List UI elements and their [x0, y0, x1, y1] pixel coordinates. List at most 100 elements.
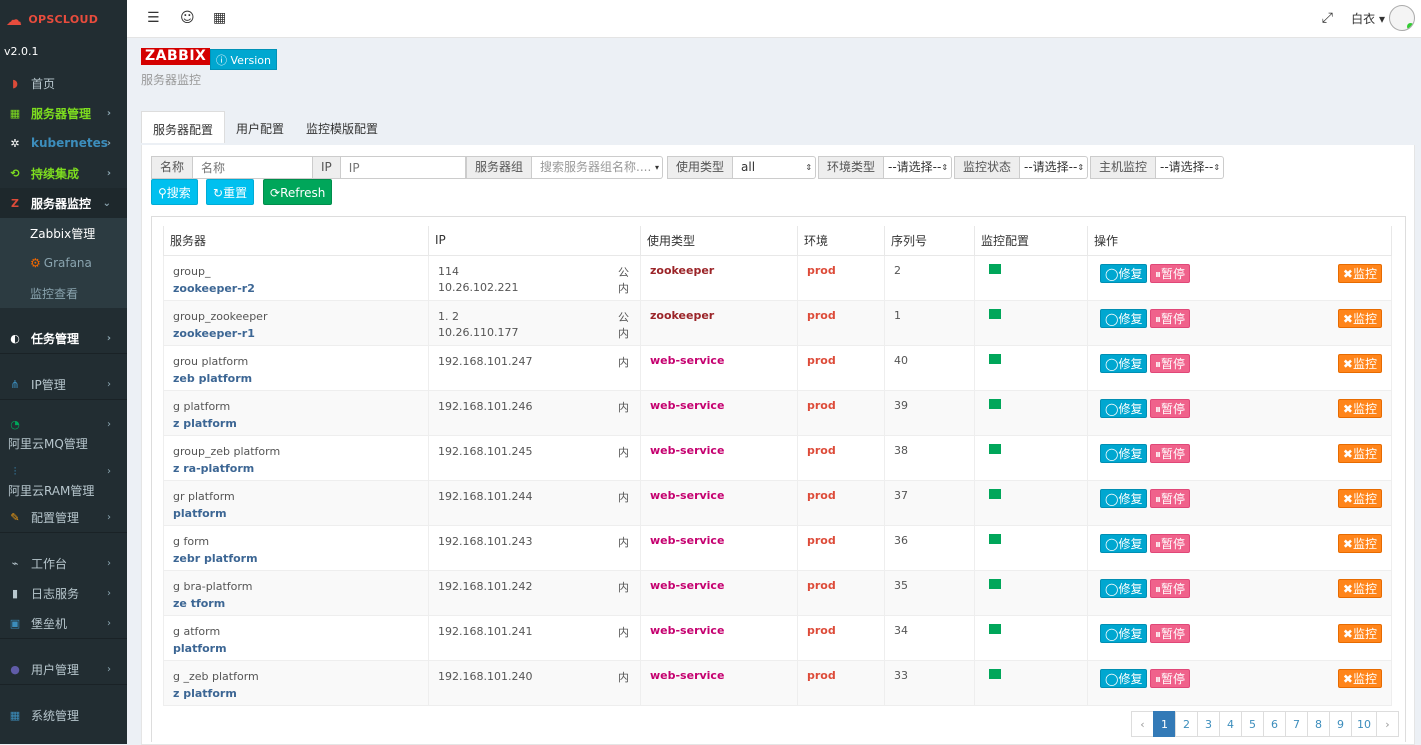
monitor-button[interactable]: ✖监控	[1337, 443, 1382, 463]
sidebar-item-user[interactable]: ● 用户管理 ›	[0, 654, 127, 684]
pagination-page[interactable]: 2	[1175, 711, 1198, 737]
pause-button[interactable]: ⏸暂停	[1150, 668, 1191, 688]
sidebar-sub-view[interactable]: 监控查看	[0, 278, 127, 308]
bar-chart-icon[interactable]	[989, 623, 1001, 634]
search-button[interactable]: ⚲搜索	[151, 179, 198, 205]
fix-button[interactable]: ◯修复	[1100, 488, 1148, 508]
pause-button[interactable]: ⏸暂停	[1150, 308, 1191, 328]
reset-button[interactable]: ↻重置	[206, 179, 255, 205]
pagination-next[interactable]: ›	[1376, 711, 1399, 737]
fix-button[interactable]: ◯修复	[1100, 578, 1148, 598]
bar-chart-icon[interactable]	[989, 353, 1001, 364]
host-monitor-select[interactable]: --请选择-- ⇕	[1156, 156, 1225, 179]
bar-chart-icon[interactable]	[989, 668, 1001, 679]
sidebar-item-system[interactable]: ▦ 系统管理	[0, 700, 127, 730]
name-input[interactable]	[193, 156, 319, 179]
tab-server-config[interactable]: 服务器配置	[141, 111, 226, 143]
server-hostname[interactable]: zeb platform	[173, 370, 428, 387]
fix-button[interactable]: ◯修复	[1100, 263, 1148, 283]
pause-button[interactable]: ⏸暂停	[1150, 623, 1191, 643]
monitor-button[interactable]: ✖监控	[1337, 533, 1382, 553]
server-hostname[interactable]: platform	[173, 640, 428, 657]
sidebar-sub-grafana[interactable]: ⚙ Grafana	[0, 248, 127, 278]
avatar[interactable]	[1389, 5, 1415, 31]
pause-button[interactable]: ⏸暂停	[1150, 488, 1191, 508]
server-hostname[interactable]: platform	[173, 505, 428, 522]
pause-button[interactable]: ⏸暂停	[1150, 263, 1191, 283]
fix-button[interactable]: ◯修复	[1100, 398, 1148, 418]
fix-button[interactable]: ◯修复	[1100, 308, 1148, 328]
group-select[interactable]: 搜索服务器组名称.... ▾	[532, 156, 664, 179]
fix-button[interactable]: ◯修复	[1100, 533, 1148, 553]
sidebar-item-ram[interactable]: ⫶ 阿里云RAM管理 ›	[0, 455, 127, 502]
pagination-page[interactable]: 4	[1219, 711, 1242, 737]
sidebar-sub-zabbix[interactable]: Zabbix管理	[0, 218, 127, 248]
pagination-page[interactable]: 8	[1307, 711, 1330, 737]
pagination-prev[interactable]: ‹	[1131, 711, 1154, 737]
server-hostname[interactable]: z platform	[173, 415, 428, 432]
pause-button[interactable]: ⏸暂停	[1150, 443, 1191, 463]
fix-button[interactable]: ◯修复	[1100, 443, 1148, 463]
sidebar-item-server-mgmt[interactable]: ▦ 服务器管理 ›	[0, 98, 127, 128]
grid-icon[interactable]: ▦	[213, 10, 226, 26]
app-logo[interactable]: ☁ OPSCLOUD	[0, 0, 127, 38]
bar-chart-icon[interactable]	[989, 308, 1001, 319]
pause-button[interactable]: ⏸暂停	[1150, 353, 1191, 373]
pagination-page[interactable]: 1	[1153, 711, 1176, 737]
monitor-button[interactable]: ✖监控	[1337, 623, 1382, 643]
pagination-page[interactable]: 9	[1329, 711, 1352, 737]
monitor-button[interactable]: ✖监控	[1337, 263, 1382, 283]
server-hostname[interactable]: zookeeper-r2	[173, 280, 428, 297]
monitor-button[interactable]: ✖监控	[1337, 668, 1382, 688]
server-hostname[interactable]: zookeeper-r1	[173, 325, 428, 342]
monitor-button[interactable]: ✖监控	[1337, 308, 1382, 328]
sidebar-item-ci[interactable]: ⟲ 持续集成 ›	[0, 158, 127, 188]
pagination-page[interactable]: 10	[1351, 711, 1377, 737]
bar-chart-icon[interactable]	[989, 443, 1001, 454]
monitor-button[interactable]: ✖监控	[1337, 398, 1382, 418]
pause-button[interactable]: ⏸暂停	[1150, 578, 1191, 598]
sidebar-item-server-monitor[interactable]: Z 服务器监控 ⌄	[0, 188, 127, 218]
user-menu[interactable]: 白衣 ▾	[1351, 10, 1385, 27]
ip-input[interactable]	[340, 156, 466, 179]
fullscreen-icon[interactable]: ⤢	[1322, 10, 1333, 26]
sidebar-item-log[interactable]: ▮ 日志服务 ›	[0, 578, 127, 608]
user-outline-icon[interactable]: ☺	[180, 10, 195, 26]
pagination-page[interactable]: 3	[1197, 711, 1220, 737]
pagination-page[interactable]: 5	[1241, 711, 1264, 737]
sidebar-item-bastion[interactable]: ▣ 堡垒机 ›	[0, 608, 127, 638]
fix-button[interactable]: ◯修复	[1100, 668, 1148, 688]
server-hostname[interactable]: z ra-platform	[173, 460, 428, 477]
sidebar-item-mq[interactable]: ◔ 阿里云MQ管理 ›	[0, 408, 127, 455]
fix-button[interactable]: ◯修复	[1100, 623, 1148, 643]
refresh-button[interactable]: ⟳Refresh	[263, 179, 333, 205]
bar-chart-icon[interactable]	[989, 488, 1001, 499]
server-hostname[interactable]: ze tform	[173, 595, 428, 612]
sidebar-item-task[interactable]: ◐ 任务管理 ›	[0, 323, 127, 353]
sidebar-item-kubernetes[interactable]: ✲ kubernetes ›	[0, 128, 127, 158]
version-button[interactable]: ⓘ Version	[210, 49, 277, 70]
monitor-button[interactable]: ✖监控	[1337, 488, 1382, 508]
fix-button[interactable]: ◯修复	[1100, 353, 1148, 373]
pagination-page[interactable]: 6	[1263, 711, 1286, 737]
sidebar-item-config[interactable]: ✎ 配置管理 ›	[0, 502, 127, 532]
menu-toggle-icon[interactable]: ☰	[147, 10, 160, 26]
bar-chart-icon[interactable]	[989, 263, 1001, 274]
sidebar-item-home[interactable]: ◗ 首页	[0, 68, 127, 98]
pause-button[interactable]: ⏸暂停	[1150, 398, 1191, 418]
sidebar-item-ip[interactable]: ⋔ IP管理 ›	[0, 369, 127, 399]
type-select[interactable]: all ⇕	[733, 156, 817, 179]
monitor-button[interactable]: ✖监控	[1337, 353, 1382, 373]
bar-chart-icon[interactable]	[989, 398, 1001, 409]
bar-chart-icon[interactable]	[989, 578, 1001, 589]
tab-user-config[interactable]: 用户配置	[225, 111, 295, 143]
server-hostname[interactable]: z platform	[173, 685, 428, 702]
env-select[interactable]: --请选择-- ⇕	[884, 156, 953, 179]
pause-button[interactable]: ⏸暂停	[1150, 533, 1191, 553]
tab-template-config[interactable]: 监控模版配置	[295, 111, 389, 143]
monitor-button[interactable]: ✖监控	[1337, 578, 1382, 598]
bar-chart-icon[interactable]	[989, 533, 1001, 544]
pagination-page[interactable]: 7	[1285, 711, 1308, 737]
sidebar-item-workbench[interactable]: ⌁ 工作台 ›	[0, 548, 127, 578]
monitor-status-select[interactable]: --请选择-- ⇕	[1020, 156, 1089, 179]
